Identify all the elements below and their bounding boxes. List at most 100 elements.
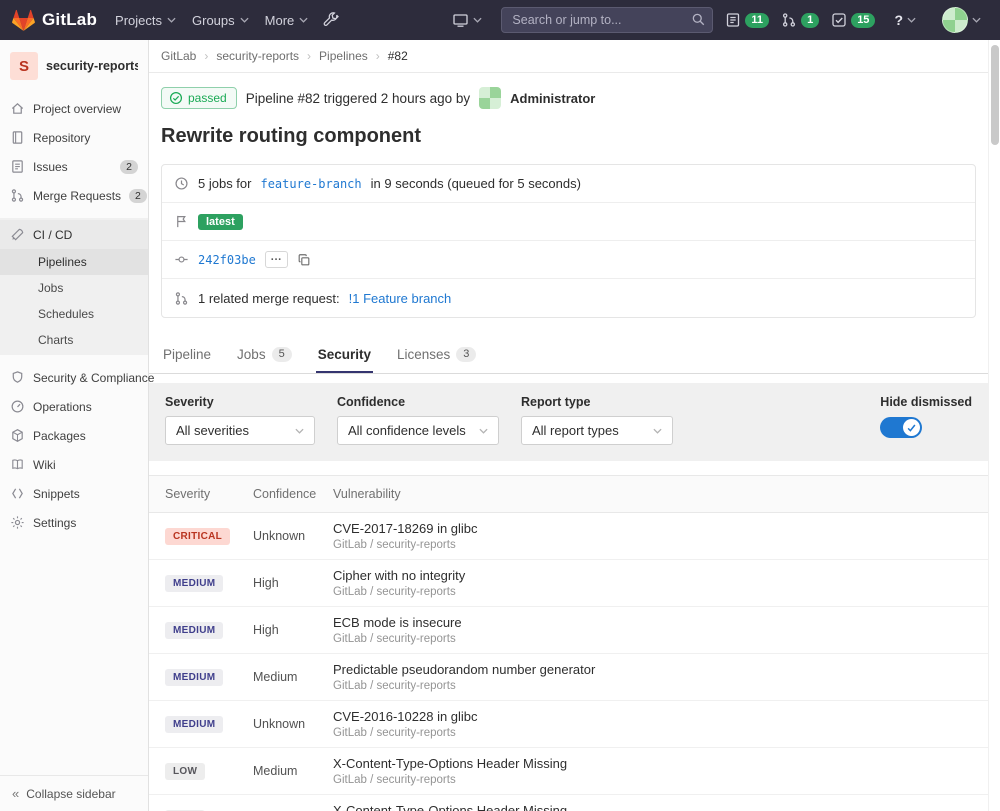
author-avatar[interactable] — [479, 87, 501, 109]
merge-requests-counter[interactable]: 1 — [781, 12, 819, 28]
collapse-label: Collapse sidebar — [26, 787, 115, 801]
sidebar-item-merge-requests[interactable]: Merge Requests 2 — [0, 181, 148, 210]
vulnerability-row[interactable]: LOW Medium X-Content-Type-Options Header… — [149, 748, 988, 795]
snippet-icon — [10, 486, 25, 501]
sidebar-item-label: Repository — [33, 131, 90, 145]
report-type-dropdown[interactable]: All report types — [521, 416, 673, 445]
new-menu[interactable] — [445, 7, 489, 34]
security-filter-bar: Severity All severities Confidence All c… — [149, 383, 988, 461]
sidebar-subitem-schedules[interactable]: Schedules — [0, 301, 148, 327]
tab-jobs-badge: 5 — [272, 347, 292, 362]
issues-icon — [725, 12, 741, 28]
sidebar-item-settings[interactable]: Settings — [0, 508, 148, 537]
sidebar-item-issues[interactable]: Issues 2 — [0, 152, 148, 181]
tab-security[interactable]: Security — [316, 336, 373, 373]
confidence-dropdown[interactable]: All confidence levels — [337, 416, 499, 445]
user-menu[interactable] — [935, 1, 988, 39]
toggle-knob — [903, 419, 920, 436]
sidebar-item-label: CI / CD — [33, 228, 72, 242]
tanuki-icon — [12, 9, 35, 32]
related-mr-link[interactable]: !1 Feature branch — [349, 291, 452, 306]
tab-label: Security — [318, 347, 371, 362]
vulnerability-row[interactable]: MEDIUM High Cipher with no integrity Git… — [149, 560, 988, 607]
nav-menu-projects[interactable]: Projects — [107, 7, 184, 34]
sidebar-item-operations[interactable]: Operations — [0, 392, 148, 421]
todos-counter[interactable]: 15 — [831, 12, 875, 28]
chevron-down-icon — [167, 17, 176, 23]
sidebar-item-packages[interactable]: Packages — [0, 421, 148, 450]
hide-dismissed-toggle[interactable] — [880, 417, 922, 438]
vulnerability-row[interactable]: MEDIUM Unknown CVE-2016-10228 in glibc G… — [149, 701, 988, 748]
chevron-down-icon — [299, 17, 308, 23]
sidebar-subitem-charts[interactable]: Charts — [0, 327, 148, 353]
sidebar-item-security-compliance[interactable]: Security & Compliance — [0, 363, 148, 392]
breadcrumb-separator: › — [204, 49, 208, 63]
duration-text: in 9 seconds (queued for 5 seconds) — [371, 176, 581, 191]
todo-check-icon — [831, 12, 847, 28]
copy-sha-button[interactable] — [297, 253, 311, 267]
user-avatar — [942, 7, 968, 33]
nav-menu-groups[interactable]: Groups — [184, 7, 257, 34]
breadcrumb-pipeline-number: #82 — [388, 49, 408, 63]
vulnerability-project: GitLab / security-reports — [333, 539, 988, 551]
header-vulnerability: Vulnerability — [333, 487, 988, 501]
shield-icon — [10, 370, 25, 385]
nav-menu-more[interactable]: More — [257, 7, 317, 34]
project-avatar: S — [10, 52, 38, 80]
issues-count-badge: 2 — [120, 160, 138, 174]
scrollbar-thumb[interactable] — [991, 45, 999, 145]
confidence-value: High — [253, 623, 333, 637]
sidebar-item-project-overview[interactable]: Project overview — [0, 94, 148, 123]
header-severity: Severity — [165, 487, 253, 501]
screen-icon — [452, 13, 469, 28]
breadcrumb-gitlab[interactable]: GitLab — [161, 49, 196, 63]
gitlab-logo[interactable]: GitLab — [12, 9, 97, 32]
tab-licenses[interactable]: Licenses 3 — [395, 336, 478, 373]
sidebar-subitem-jobs[interactable]: Jobs — [0, 275, 148, 301]
sidebar-subitem-pipelines[interactable]: Pipelines — [0, 249, 148, 275]
expand-commit-button[interactable]: ··· — [265, 251, 288, 268]
pipeline-summary: Pipeline #82 triggered 2 hours ago by — [246, 91, 470, 106]
sidebar-item-snippets[interactable]: Snippets — [0, 479, 148, 508]
vulnerability-row[interactable]: CRITICAL Unknown CVE-2017-18269 in glibc… — [149, 513, 988, 560]
status-label: passed — [188, 91, 227, 105]
commit-sha-link[interactable]: 242f03be — [198, 253, 256, 267]
sidebar-item-wiki[interactable]: Wiki — [0, 450, 148, 479]
severity-dropdown[interactable]: All severities — [165, 416, 315, 445]
help-icon: ? — [894, 12, 903, 28]
todos-count-badge: 15 — [851, 13, 875, 28]
confidence-value: Medium — [253, 670, 333, 684]
search-input[interactable] — [501, 7, 713, 33]
vulnerability-row[interactable]: MEDIUM High ECB mode is insecure GitLab … — [149, 607, 988, 654]
hide-dismissed-filter: Hide dismissed — [880, 395, 972, 438]
report-type-dropdown-value: All report types — [532, 423, 619, 438]
branch-link[interactable]: feature-branch — [260, 177, 361, 191]
help-menu[interactable]: ? — [887, 6, 923, 34]
search-icon[interactable] — [691, 12, 706, 27]
vulnerability-row[interactable]: MEDIUM Medium Predictable pseudorandom n… — [149, 654, 988, 701]
severity-badge: MEDIUM — [165, 669, 223, 686]
sidebar-item-repository[interactable]: Repository — [0, 123, 148, 152]
vulnerability-title: X-Content-Type-Options Header Missing — [333, 803, 988, 811]
wrench-icon — [323, 12, 339, 28]
sidebar-item-cicd[interactable]: CI / CD — [0, 220, 148, 249]
tab-jobs[interactable]: Jobs 5 — [235, 336, 294, 373]
vulnerability-title: ECB mode is insecure — [333, 615, 988, 630]
author-link[interactable]: Administrator — [510, 91, 595, 106]
pipeline-status-badge[interactable]: passed — [161, 87, 237, 109]
breadcrumb-project[interactable]: security-reports — [216, 49, 299, 63]
breadcrumb-pipelines[interactable]: Pipelines — [319, 49, 368, 63]
sidebar-project-header[interactable]: S security-reports — [0, 40, 148, 94]
vulnerability-row[interactable]: LOW Medium X-Content-Type-Options Header… — [149, 795, 988, 811]
commit-row: 242f03be ··· — [162, 241, 975, 279]
vulnerability-title: Predictable pseudorandom number generato… — [333, 662, 988, 677]
severity-badge: MEDIUM — [165, 716, 223, 733]
admin-area-button[interactable] — [316, 6, 346, 34]
collapse-icon: « — [12, 786, 19, 801]
issues-counter[interactable]: 11 — [725, 12, 769, 28]
repository-icon — [10, 130, 25, 145]
pipeline-info-box: 5 jobs for feature-branch in 9 seconds (… — [161, 164, 976, 318]
page-scrollbar — [988, 40, 1000, 811]
tab-pipeline[interactable]: Pipeline — [161, 336, 213, 373]
collapse-sidebar-button[interactable]: « Collapse sidebar — [0, 775, 148, 811]
